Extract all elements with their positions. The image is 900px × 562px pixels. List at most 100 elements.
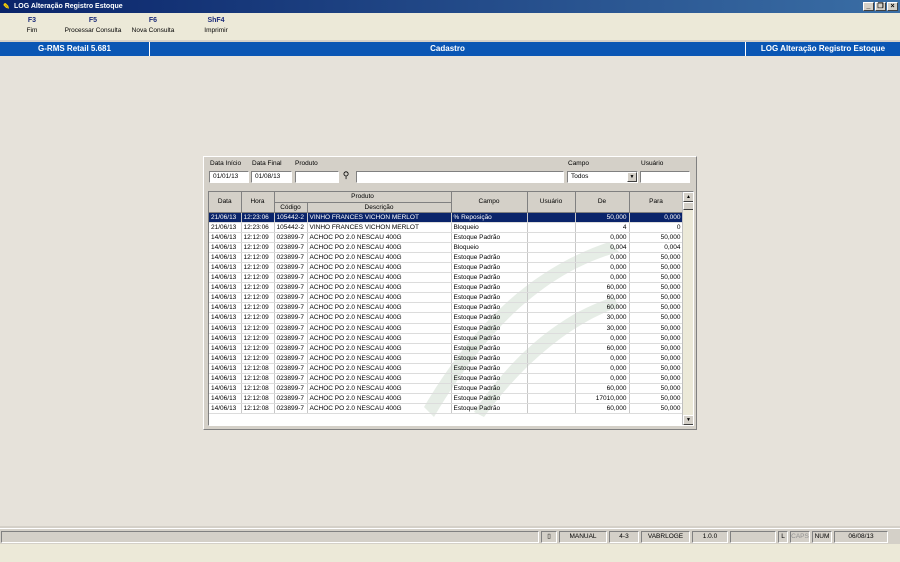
produto-label: Produto [295, 160, 318, 167]
table-row[interactable]: 14/06/13 12:12:09 023899-7 ACHOC PO 2.0 NES… [209, 272, 684, 284]
status-message [1, 531, 539, 543]
cell-campo: Estoque Padrão [451, 312, 528, 324]
table-row[interactable]: 14/06/13 12:12:08 023899-7 ACHOC PO 2.0 NES… [209, 373, 684, 385]
col-data[interactable]: Data [209, 192, 242, 213]
query-panel: Data Início 01/01/13 Data Final 01/08/13… [203, 156, 697, 430]
table-row[interactable]: 14/06/13 12:12:09 023899-7 ACHOC PO 2.0 NES… [209, 262, 684, 274]
fim-button[interactable]: F3 Fim [22, 17, 42, 34]
cell-campo: Estoque Padrão [451, 393, 528, 405]
cell-para: 50,000 [629, 272, 684, 284]
cell-para: 50,000 [629, 323, 684, 334]
nova-consulta-button[interactable]: F6 Nova Consulta [128, 17, 178, 34]
cell-campo: Estoque Padrão [451, 343, 528, 354]
table-row[interactable]: 14/06/13 12:12:09 023899-7 ACHOC PO 2.0 NES… [209, 353, 684, 364]
cell-codigo: 023899-7 [274, 343, 308, 354]
status-program: VABRLOGE [641, 531, 690, 543]
cell-hora: 12:12:09 [241, 353, 275, 364]
cell-descricao: VINHO FRANCES VICHON MERLOT [307, 212, 452, 223]
cell-codigo: 023899-7 [274, 363, 308, 375]
cell-usuario [527, 393, 576, 405]
col-campo[interactable]: Campo [451, 192, 528, 213]
cell-hora: 12:12:09 [241, 272, 275, 284]
cell-usuario [527, 222, 576, 233]
table-row[interactable]: 14/06/13 12:12:09 023899-7 ACHOC PO 2.0 NES… [209, 232, 684, 243]
cell-descricao: ACHOC PO 2.0 NESCAU 400G [307, 353, 452, 364]
cell-hora: 12:12:09 [241, 302, 275, 314]
document-icon: ▯ [541, 531, 557, 543]
table-row[interactable]: 14/06/13 12:12:08 023899-7 ACHOC PO 2.0 NES… [209, 363, 684, 375]
campo-select[interactable]: Todos ▼ [567, 171, 638, 183]
vertical-scrollbar[interactable]: ▲ ▼ [682, 192, 693, 425]
scroll-down-icon[interactable]: ▼ [683, 415, 693, 425]
cell-data: 14/06/13 [209, 333, 242, 344]
data-inicio-input[interactable]: 01/01/13 [209, 171, 249, 183]
cell-usuario [527, 312, 576, 324]
minimize-icon[interactable]: _ [863, 2, 874, 11]
col-de[interactable]: De [575, 192, 630, 213]
imprimir-button[interactable]: ShF4 Imprimir [202, 17, 230, 34]
cell-descricao: ACHOC PO 2.0 NESCAU 400G [307, 292, 452, 304]
maximize-icon[interactable]: ❐ [875, 2, 886, 11]
binoculars-search-icon[interactable]: ⚲ [339, 169, 353, 182]
cell-de: 30,000 [575, 312, 630, 324]
status-bar: ▯ MANUAL 4-3 VABRLOGE 1.0.0 L CAPS NUM 0… [0, 528, 900, 544]
cell-usuario [527, 212, 576, 223]
usuario-input[interactable] [640, 171, 690, 183]
table-row[interactable]: 14/06/13 12:12:09 023899-7 ACHOC PO 2.0 NES… [209, 292, 684, 304]
table-row[interactable]: 14/06/13 12:12:08 023899-7 ACHOC PO 2.0 NES… [209, 403, 684, 415]
table-row[interactable]: 21/06/13 12:23:06 105442-2 VINHO FRANCES VI… [209, 222, 684, 233]
table-row[interactable]: 14/06/13 12:12:08 023899-7 ACHOC PO 2.0 NES… [209, 383, 684, 395]
cell-descricao: ACHOC PO 2.0 NESCAU 400G [307, 312, 452, 324]
col-hora[interactable]: Hora [241, 192, 275, 213]
col-usuario[interactable]: Usuário [527, 192, 576, 213]
table-row[interactable]: 14/06/13 12:12:09 023899-7 ACHOC PO 2.0 NES… [209, 343, 684, 354]
table-row[interactable]: 14/06/13 12:12:09 023899-7 ACHOC PO 2.0 NES… [209, 252, 684, 263]
module-header: G-RMS Retail 5.681 Cadastro LOG Alteraçã… [0, 42, 900, 56]
table-row[interactable]: 14/06/13 12:12:09 023899-7 ACHOC PO 2.0 NES… [209, 312, 684, 324]
cell-codigo: 023899-7 [274, 302, 308, 314]
cell-para: 0,000 [629, 212, 684, 223]
cell-usuario [527, 262, 576, 274]
campo-select-value: Todos [571, 173, 589, 180]
cell-usuario [527, 292, 576, 304]
window-controls: _ ❐ × [863, 2, 898, 11]
cell-data: 14/06/13 [209, 323, 242, 334]
table-row[interactable]: 14/06/13 12:12:09 023899-7 ACHOC PO 2.0 NES… [209, 242, 684, 253]
table-row[interactable]: 14/06/13 12:12:08 023899-7 ACHOC PO 2.0 NES… [209, 393, 684, 405]
cell-hora: 12:12:09 [241, 312, 275, 324]
cell-para: 0,004 [629, 242, 684, 253]
cell-campo: Estoque Padrão [451, 262, 528, 274]
cell-campo: Estoque Padrão [451, 383, 528, 395]
cell-campo: Estoque Padrão [451, 403, 528, 415]
cell-codigo: 023899-7 [274, 272, 308, 284]
table-row[interactable]: 21/06/13 12:23:06 105442-2 VINHO FRANCES VI… [209, 212, 684, 223]
close-icon[interactable]: × [887, 2, 898, 11]
imprimir-key: ShF4 [207, 17, 225, 24]
table-row[interactable]: 14/06/13 12:12:09 023899-7 ACHOC PO 2.0 NES… [209, 282, 684, 294]
processar-consulta-button[interactable]: F5 Processar Consulta [62, 17, 124, 34]
chevron-down-icon[interactable]: ▼ [627, 172, 637, 182]
cell-de: 60,000 [575, 282, 630, 294]
table-row[interactable]: 14/06/13 12:12:09 023899-7 ACHOC PO 2.0 NES… [209, 302, 684, 314]
log-table: Data Hora Produto Campo Usuário De Para … [209, 192, 684, 415]
cell-hora: 12:12:09 [241, 242, 275, 253]
cell-descricao: VINHO FRANCES VICHON MERLOT [307, 222, 452, 233]
nova-consulta-key: F6 [148, 17, 158, 24]
status-version: 1.0.0 [692, 531, 728, 543]
col-descricao[interactable]: Descrição [307, 202, 452, 213]
produto-description-field [356, 171, 564, 183]
fim-key: F3 [27, 17, 37, 24]
col-codigo[interactable]: Código [274, 202, 308, 213]
data-final-input[interactable]: 01/08/13 [251, 171, 292, 183]
cell-data: 14/06/13 [209, 363, 242, 375]
scroll-up-icon[interactable]: ▲ [683, 192, 693, 202]
cell-descricao: ACHOC PO 2.0 NESCAU 400G [307, 393, 452, 405]
produto-input[interactable] [295, 171, 339, 183]
col-para[interactable]: Para [629, 192, 684, 213]
table-row[interactable]: 14/06/13 12:12:09 023899-7 ACHOC PO 2.0 NES… [209, 323, 684, 334]
table-row[interactable]: 14/06/13 12:12:09 023899-7 ACHOC PO 2.0 NES… [209, 333, 684, 344]
cell-codigo: 105442-2 [274, 222, 308, 233]
cell-codigo: 023899-7 [274, 252, 308, 263]
scroll-thumb[interactable] [683, 202, 693, 210]
cell-data: 14/06/13 [209, 393, 242, 405]
